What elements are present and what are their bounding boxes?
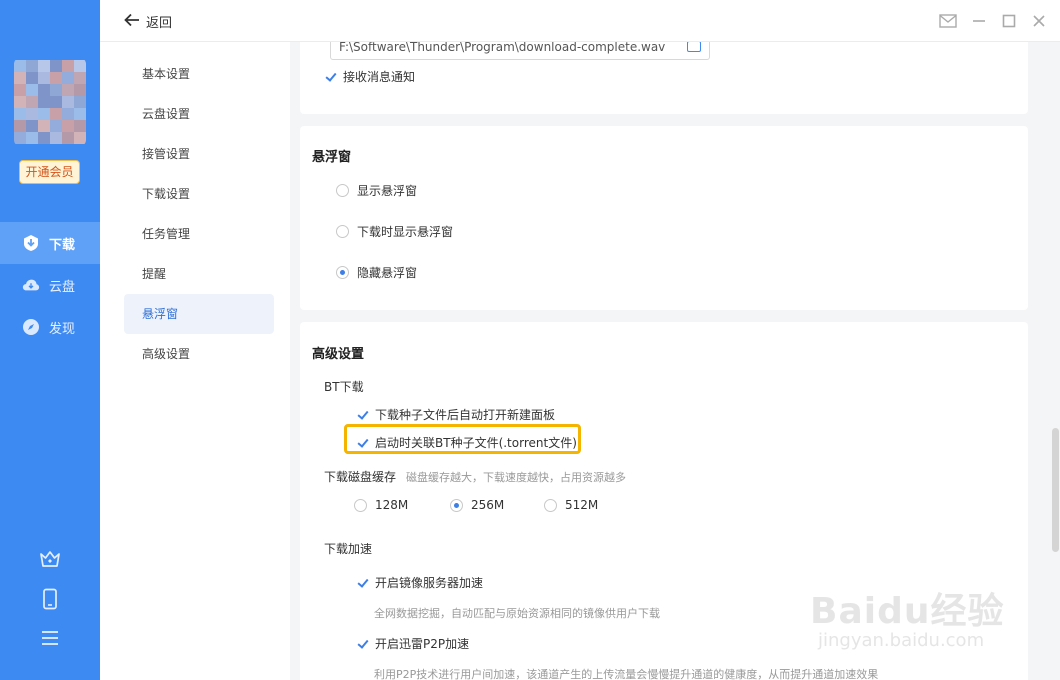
settings-nav: 基本设置 云盘设置 接管设置 下载设置 任务管理 提醒 悬浮窗 高级设置: [100, 42, 290, 680]
bt-associate-label: 启动时关联BT种子文件(.torrent文件): [375, 436, 577, 450]
back-button[interactable]: 返回: [124, 12, 172, 31]
maximize-icon[interactable]: [999, 11, 1019, 31]
notify-checkbox-row[interactable]: 接收消息通知: [324, 68, 415, 85]
cache-radio-256[interactable]: [450, 498, 463, 512]
advanced-title: 高级设置: [312, 347, 365, 362]
p2p-accel-row[interactable]: 开启迅雷P2P加速: [356, 635, 469, 652]
close-icon[interactable]: [1029, 11, 1049, 31]
notify-label: 接收消息通知: [343, 70, 416, 84]
bt-download-label: BT下载: [324, 380, 364, 394]
p2p-accel-checkbox[interactable]: [356, 637, 369, 650]
arrow-left-icon: [124, 12, 140, 31]
mirror-accel-hint: 全网数据挖掘，自动匹配与原始资源相同的镜像供用户下载: [374, 607, 660, 620]
cache-option-512-label: 512M: [565, 498, 599, 512]
bt-auto-open-checkbox[interactable]: [356, 408, 369, 421]
cache-radio-512[interactable]: [544, 498, 557, 512]
float-radio-hide[interactable]: [336, 266, 349, 279]
minimize-icon[interactable]: [969, 11, 989, 31]
content-scrollbar[interactable]: [1052, 428, 1059, 552]
sound-path-input[interactable]: F:\Software\Thunder\Program\download-com…: [330, 42, 710, 60]
mirror-accel-checkbox[interactable]: [356, 576, 369, 589]
float-window-card: 悬浮窗 显示悬浮窗 下载时显示悬浮窗 隐藏悬浮窗: [300, 126, 1028, 310]
nav-cloud[interactable]: 云盘: [0, 264, 100, 306]
nav-discover[interactable]: 发现: [0, 306, 100, 348]
float-option-show-downloading[interactable]: 下载时显示悬浮窗: [336, 223, 453, 240]
menu-icon[interactable]: [38, 626, 62, 650]
disk-cache-hint: 磁盘缓存越大，下载速度越快，占用资源越多: [406, 471, 626, 484]
settings-nav-cloud[interactable]: 云盘设置: [124, 94, 274, 134]
mirror-accel-row[interactable]: 开启镜像服务器加速: [356, 574, 483, 591]
download-accel-label: 下载加速: [324, 542, 373, 556]
cache-option-128[interactable]: 128M: [354, 498, 408, 512]
bt-auto-open-label: 下载种子文件后自动打开新建面板: [375, 408, 556, 422]
float-radio-show-downloading[interactable]: [336, 225, 349, 238]
settings-nav-basic[interactable]: 基本设置: [124, 54, 274, 94]
float-option-show-downloading-label: 下载时显示悬浮窗: [357, 225, 454, 239]
float-option-show-label: 显示悬浮窗: [357, 184, 418, 198]
watermark-main: Baidu经验: [810, 591, 1005, 632]
cache-option-128-label: 128M: [375, 498, 409, 512]
float-option-hide[interactable]: 隐藏悬浮窗: [336, 264, 417, 281]
cache-option-256-label: 256M: [471, 498, 505, 512]
cache-radio-128[interactable]: [354, 498, 367, 512]
cloud-icon: [22, 276, 40, 294]
settings-nav-float-window[interactable]: 悬浮窗: [124, 294, 274, 334]
notify-checkbox[interactable]: [324, 70, 337, 83]
mirror-accel-label: 开启镜像服务器加速: [375, 576, 484, 590]
cache-option-512[interactable]: 512M: [544, 498, 598, 512]
mail-icon[interactable]: [938, 11, 958, 31]
nav-discover-label: 发现: [49, 321, 76, 337]
p2p-accel-label: 开启迅雷P2P加速: [375, 637, 470, 651]
settings-nav-takeover[interactable]: 接管设置: [124, 134, 274, 174]
open-vip-button[interactable]: 开通会员: [19, 160, 80, 184]
float-radio-show[interactable]: [336, 184, 349, 197]
app-sidebar: 开通会员 下载 云盘 发现: [0, 0, 100, 680]
sound-path-value: F:\Software\Thunder\Program\download-com…: [339, 42, 666, 54]
nav-download-label: 下载: [49, 237, 76, 253]
nav-download[interactable]: 下载: [0, 222, 100, 264]
download-shield-icon: [22, 234, 40, 252]
disk-cache-label: 下载磁盘缓存: [324, 470, 397, 484]
float-option-show[interactable]: 显示悬浮窗: [336, 182, 417, 199]
float-option-hide-label: 隐藏悬浮窗: [357, 266, 418, 280]
cache-option-256[interactable]: 256M: [450, 498, 504, 512]
settings-nav-advanced[interactable]: 高级设置: [124, 334, 274, 374]
compass-icon: [22, 318, 40, 336]
crown-icon[interactable]: [38, 547, 62, 571]
p2p-accel-hint: 利用P2P技术进行用户间加速，该通道产生的上传流量会慢慢提升通道的健康度，从而提…: [374, 668, 879, 680]
settings-nav-reminder[interactable]: 提醒: [124, 254, 274, 294]
bt-associate-checkbox[interactable]: [356, 436, 369, 449]
settings-nav-download[interactable]: 下载设置: [124, 174, 274, 214]
float-window-title: 悬浮窗: [312, 150, 352, 165]
nav-cloud-label: 云盘: [49, 279, 76, 295]
phone-icon[interactable]: [38, 587, 62, 611]
folder-icon[interactable]: [687, 42, 701, 52]
bt-associate-row[interactable]: 启动时关联BT种子文件(.torrent文件): [356, 434, 577, 451]
watermark-sub: jingyan.baidu.com: [818, 630, 985, 651]
back-label: 返回: [146, 16, 173, 31]
baidu-watermark: Baidu经验 jingyan.baidu.com: [810, 572, 1030, 662]
top-bar: 返回: [100, 0, 1060, 42]
reminder-card: F:\Software\Thunder\Program\download-com…: [300, 42, 1028, 114]
avatar[interactable]: [14, 58, 86, 146]
bt-auto-open-row[interactable]: 下载种子文件后自动打开新建面板: [356, 406, 555, 423]
settings-nav-tasks[interactable]: 任务管理: [124, 214, 274, 254]
